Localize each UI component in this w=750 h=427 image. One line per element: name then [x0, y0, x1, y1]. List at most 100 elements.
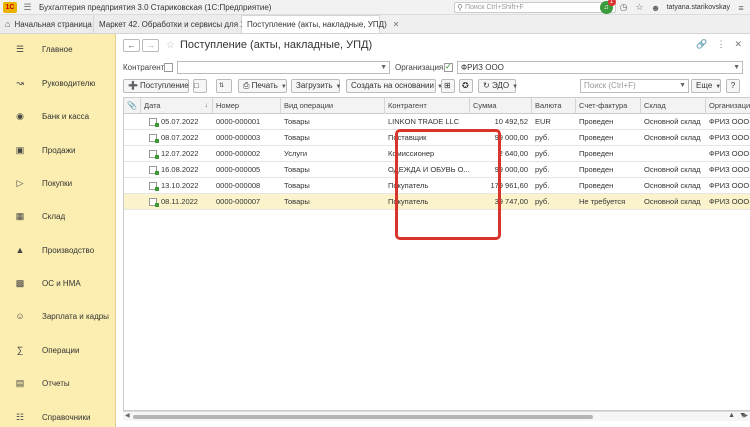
scroll-left-icon[interactable]: ◀: [125, 412, 130, 419]
main-content: ← → ☆ Поступление (акты, накладные, УПД)…: [117, 34, 750, 427]
document-posted-icon: [149, 150, 159, 159]
sidebar-item-production[interactable]: ▲ Производство: [0, 240, 115, 260]
add-icon: ➕: [128, 81, 138, 90]
scroll-top-icon[interactable]: ▲: [728, 412, 735, 419]
sidebar-item-main[interactable]: ☰ Главное: [0, 39, 115, 59]
tab-market[interactable]: Маркет 42. Обработки и сервисы для 1С ✕: [94, 15, 263, 33]
sidebar-item-payroll[interactable]: ☺ Зарплата и кадры: [0, 306, 115, 326]
cell-operation: Услуги: [284, 149, 308, 158]
counterparty-field[interactable]: ▼: [177, 61, 390, 74]
back-button[interactable]: ←: [123, 38, 140, 52]
cell-currency: EUR: [535, 117, 551, 126]
tab-receipts-label: Поступление (акты, накладные, УПД): [247, 20, 387, 29]
cell-organization: ФРИЗ ООО: [709, 197, 750, 206]
column-header-number[interactable]: Номер: [213, 98, 281, 114]
table-row[interactable]: 08.07.2022 0000-000003 Товары Поставщик …: [124, 130, 750, 146]
user-name[interactable]: tatyana.starikovskay: [667, 4, 730, 11]
column-header-label: Контрагент: [388, 101, 427, 110]
sidebar-item-bank[interactable]: ◉ Банк и касса: [0, 106, 115, 126]
list-search-input[interactable]: Поиск (Ctrl+F) ▼: [580, 79, 689, 93]
window-title: Бухгалтерия предприятия 3.0 Стариковская…: [39, 2, 272, 12]
edo-button[interactable]: ↻ ЭДО ▼: [478, 79, 518, 93]
more-button[interactable]: Еще ▼: [691, 79, 721, 93]
load-button[interactable]: Загрузить ▼: [291, 79, 341, 93]
sidebar-item-reports[interactable]: ▤ Отчеты: [0, 373, 115, 393]
cell-date: 13.10.2022: [161, 181, 199, 190]
column-header-label: Склад: [644, 101, 666, 110]
table-row[interactable]: 05.07.2022 0000-000001 Товары LINKON TRA…: [124, 114, 750, 130]
horizontal-scrollbar[interactable]: ◀ ▶: [123, 411, 750, 421]
cell-organization: ФРИЗ ООО: [709, 133, 750, 142]
copy-button[interactable]: □: [193, 79, 207, 93]
global-search-input[interactable]: ⚲ Поиск Ctrl+Shift+F: [454, 2, 616, 13]
create-based-button[interactable]: Создать на основании ▼: [346, 79, 443, 93]
table-row-selected[interactable]: 08.11.2022 0000-000007 Товары Покупатель…: [124, 194, 750, 210]
notifications-bell-icon[interactable]: ♫ 1: [599, 0, 616, 14]
sidebar: ☰ Главное ↝ Руководителю ◉ Банк и касса ▣ Пр…: [0, 34, 116, 427]
dt-kt-button[interactable]: ⇅: [216, 79, 232, 93]
cell-number: 0000-000002: [216, 149, 261, 158]
favorites-star-icon[interactable]: ☆: [635, 2, 645, 13]
sidebar-item-operations[interactable]: ∑ Операции: [0, 340, 115, 360]
receipt-button[interactable]: ➕Поступление▼: [123, 79, 198, 93]
cell-invoice: Проведен: [579, 181, 614, 190]
column-header-operation[interactable]: Вид операции: [281, 98, 385, 114]
cell-operation: Товары: [284, 181, 310, 190]
user-icon[interactable]: ☻: [651, 3, 661, 13]
link-icon[interactable]: 🔗: [696, 39, 707, 50]
cell-date: 12.07.2022: [161, 149, 199, 158]
bank-icon: ◉: [16, 110, 24, 121]
close-tab-icon[interactable]: ✕: [393, 20, 400, 29]
sidebar-item-assets[interactable]: ▩ ОС и НМА: [0, 273, 115, 293]
favorite-star-icon[interactable]: ☆: [166, 40, 175, 51]
cell-date: 16.08.2022: [161, 165, 199, 174]
column-header-invoice[interactable]: Счет-фактура: [576, 98, 641, 114]
column-header-counterparty[interactable]: Контрагент: [385, 98, 470, 114]
document-posted-icon: [149, 182, 159, 191]
chevron-down-icon[interactable]: ▼: [380, 62, 387, 73]
column-header-date[interactable]: Дата ↓: [141, 98, 213, 114]
chevron-down-icon[interactable]: ▼: [679, 80, 686, 92]
attachment-button[interactable]: ✪: [459, 79, 473, 93]
search-icon: ⚲: [457, 3, 463, 12]
attachment-column-header[interactable]: 📎: [124, 98, 141, 114]
settings-menu-icon[interactable]: ≡: [736, 3, 746, 13]
sidebar-item-purchases[interactable]: ▷ Покупки: [0, 173, 115, 193]
structure-button[interactable]: ⊞: [441, 79, 455, 93]
sidebar-item-warehouse[interactable]: ▦ Склад: [0, 206, 115, 226]
table-row[interactable]: 13.10.2022 0000-000008 Товары Покупатель…: [124, 178, 750, 194]
list-search-placeholder: Поиск (Ctrl+F): [584, 81, 636, 90]
close-icon[interactable]: ✕: [734, 39, 742, 50]
column-header-sum[interactable]: Сумма: [470, 98, 532, 114]
organization-field[interactable]: ФРИЗ ООО ▼: [457, 61, 743, 74]
scrollbar-thumb[interactable]: [133, 415, 593, 419]
table-row[interactable]: 16.08.2022 0000-000005 Товары ОДЕЖДА И О…: [124, 162, 750, 178]
list-nav-buttons: ▲ ▼: [728, 412, 746, 419]
column-header-currency[interactable]: Валюта: [532, 98, 576, 114]
counterparty-checkbox[interactable]: [164, 63, 173, 72]
document-posted-icon: [149, 118, 159, 127]
forward-button[interactable]: →: [142, 38, 159, 52]
main-menu-icon[interactable]: ☰: [22, 2, 33, 13]
chevron-down-icon[interactable]: ▼: [733, 62, 740, 73]
sidebar-item-catalogs[interactable]: ☷ Справочники: [0, 407, 115, 427]
column-header-organization[interactable]: Организация: [706, 98, 750, 114]
scroll-bottom-icon[interactable]: ▼: [739, 412, 746, 419]
print-button-label: Печать: [251, 81, 278, 90]
sidebar-item-director[interactable]: ↝ Руководителю: [0, 73, 115, 93]
tab-home[interactable]: ⌂ Начальная страница: [0, 15, 94, 33]
history-icon[interactable]: ◷: [619, 2, 629, 13]
print-button[interactable]: ⎙ Печать ▼: [238, 79, 287, 93]
cell-counterparty: Покупатель: [388, 181, 429, 190]
tab-receipts[interactable]: Поступление (акты, накладные, УПД) ✕: [242, 15, 399, 33]
help-button[interactable]: ?: [726, 79, 740, 93]
sidebar-item-sales[interactable]: ▣ Продажи: [0, 140, 115, 160]
cell-number: 0000-000001: [216, 117, 261, 126]
column-header-warehouse[interactable]: Склад: [641, 98, 706, 114]
printer-icon: ⎙: [243, 81, 250, 90]
table-row[interactable]: 12.07.2022 0000-000002 Услуги Комиссионе…: [124, 146, 750, 162]
more-icon[interactable]: ⋮: [716, 39, 725, 50]
cell-date: 08.07.2022: [161, 133, 199, 142]
cell-warehouse: Основной склад: [644, 133, 701, 142]
organization-checkbox[interactable]: [444, 62, 453, 72]
